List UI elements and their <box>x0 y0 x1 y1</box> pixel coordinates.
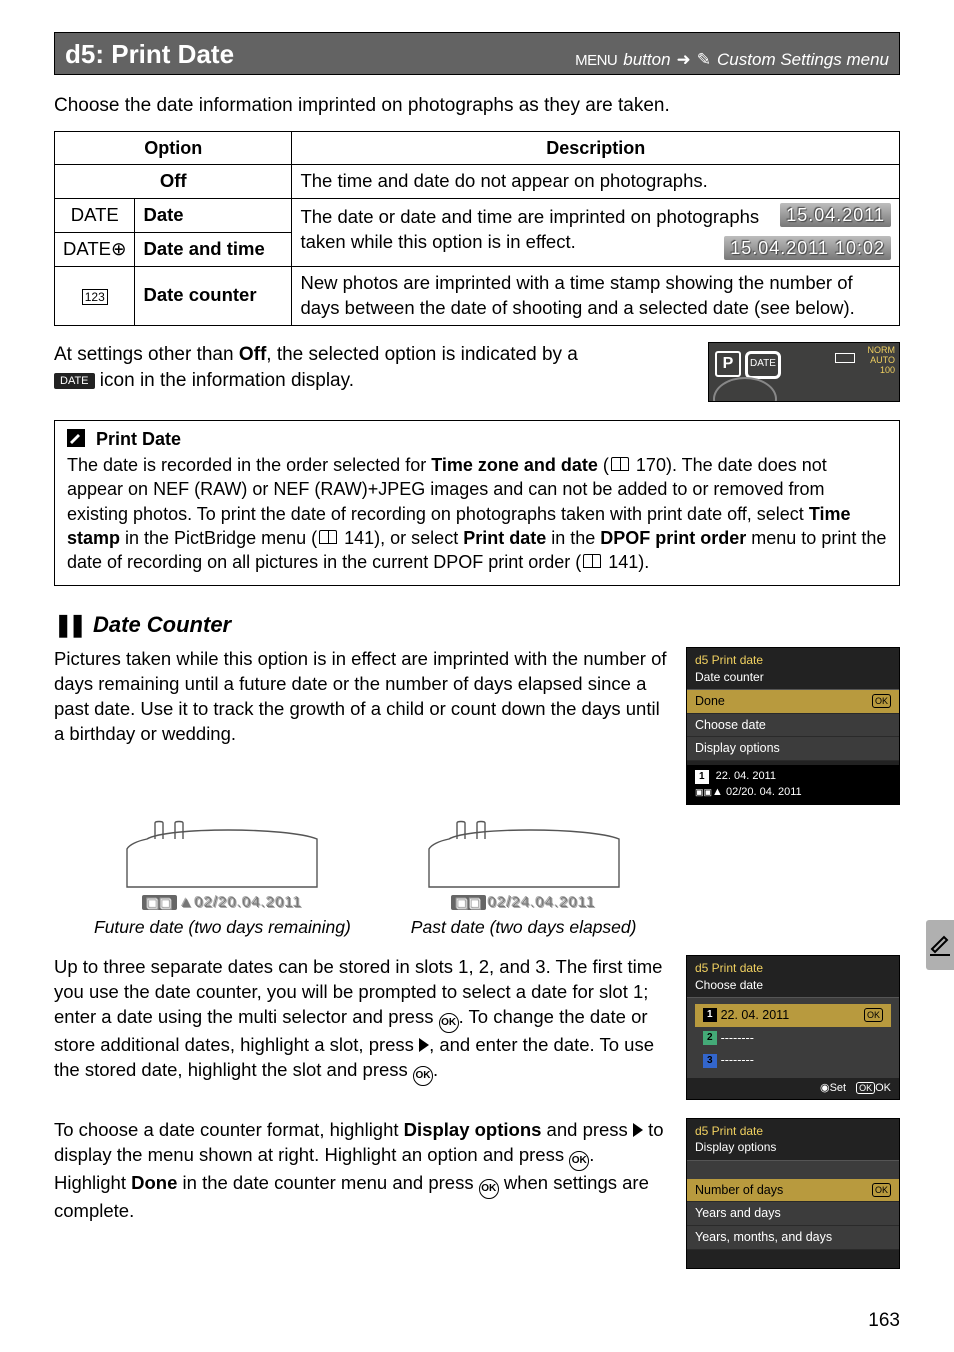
opt-date-label: Date <box>135 199 292 233</box>
section-date-counter-title: ❚❚ Date Counter <box>54 610 900 640</box>
dial-arc <box>713 377 777 402</box>
post-table-text: At settings other than Off, the selected… <box>54 342 694 393</box>
bars-icon: ❚❚ <box>54 612 83 637</box>
ok-button-icon: OK <box>569 1151 589 1171</box>
mode-p-icon: P <box>715 351 741 377</box>
opt-date-icon: DATE <box>55 199 135 233</box>
opt-date-desc-cell: 15.04.2011 The date or date and time are… <box>292 199 900 267</box>
screen2-slot1[interactable]: 1 22. 04. 2011 OK <box>695 1004 891 1027</box>
page-ref-icon <box>611 457 629 471</box>
opt-datetime-icon: DATE⊕ <box>55 232 135 266</box>
opt-counter-desc: New photos are imprinted with a time sta… <box>292 266 900 325</box>
badge-datetime: 15.04.2011 10:02 <box>724 236 891 260</box>
date-chip-icon: DATE <box>54 373 95 390</box>
screen1-item-done[interactable]: DoneOK <box>687 690 899 714</box>
screen-date-counter: d5 Print date Date counter DoneOK Choose… <box>686 647 900 805</box>
header-breadcrumb: MENU button ➜ ✎ Custom Settings menu <box>575 49 889 72</box>
intro-text: Choose the date information imprinted on… <box>54 93 900 119</box>
opt-off-desc: The time and date do not appear on photo… <box>292 165 900 199</box>
screen1-bottom: 1 22. 04. 2011 ▣▣▲ 02/20. 04. 2011 <box>687 761 899 804</box>
opt-counter-label: Date counter <box>135 266 292 325</box>
screen2-label: d5 Print date <box>695 960 891 976</box>
screen3-sub: Display options <box>695 1139 891 1155</box>
screen1-item-display[interactable]: Display options <box>687 737 899 761</box>
screen3-item-years-days[interactable]: Years and days <box>687 1202 899 1226</box>
opt-date-desc: The date or date and time are imprinted … <box>300 206 759 252</box>
ok-button-icon: OK <box>479 1179 499 1199</box>
lcd-right-stack: NORM AUTO 100 <box>868 345 896 375</box>
row-off: Off The time and date do not appear on p… <box>55 165 900 199</box>
info-display-thumbnail: P DATE NORM AUTO 100 <box>708 342 900 402</box>
photo-past-stamp: ▣▣02/24.04.2011 <box>451 893 595 913</box>
photo-future-caption: Future date (two days remaining) <box>94 916 351 940</box>
col-description: Description <box>292 131 900 164</box>
screen1-sub: Date counter <box>695 669 891 685</box>
screen-display-options: d5 Print date Display options Number of … <box>686 1118 900 1269</box>
side-tab-custom-settings <box>926 920 954 970</box>
ok-button-icon: OK <box>439 1013 459 1033</box>
photo-future: ▣▣▲02/20.04.2011 Future date (two days r… <box>94 819 351 939</box>
badge-date: 15.04.2011 <box>780 203 891 227</box>
options-table: Option Description Off The time and date… <box>54 131 900 326</box>
screen1-label: d5 Print date <box>695 652 891 668</box>
screen-choose-date: d5 Print date Choose date 1 22. 04. 2011… <box>686 955 900 1100</box>
button-text: button <box>623 49 670 72</box>
photo-examples: ▣▣▲02/20.04.2011 Future date (two days r… <box>94 819 900 939</box>
breadcrumb-text: Custom Settings menu <box>717 49 889 72</box>
screen3-item-num-days[interactable]: Number of daysOK <box>687 1179 899 1203</box>
note-title: Print Date <box>67 427 887 451</box>
screen3-item-ymd[interactable]: Years, months, and days <box>687 1226 899 1250</box>
ok-badge-icon: OK <box>864 1008 883 1022</box>
page-number: 163 <box>868 1308 900 1334</box>
pencil-tab-icon <box>930 934 950 956</box>
pencil-box-icon <box>67 429 85 447</box>
screen2-sub: Choose date <box>695 977 891 993</box>
ok-badge-icon: OK <box>872 694 891 708</box>
page-ref-icon <box>583 554 601 568</box>
opt-datetime-label: Date and time <box>135 232 292 266</box>
screen1-item-choose[interactable]: Choose date <box>687 714 899 738</box>
ok-button-icon: OK <box>413 1066 433 1086</box>
note-body: The date is recorded in the order select… <box>67 453 887 574</box>
screen3-label: d5 Print date <box>695 1123 891 1139</box>
col-option: Option <box>55 131 292 164</box>
note-print-date: Print Date The date is recorded in the o… <box>54 420 900 586</box>
row-date: DATE Date 15.04.2011 The date or date an… <box>55 199 900 233</box>
page-ref-icon <box>319 530 337 544</box>
par-display-options: To choose a date counter format, highlig… <box>54 1118 668 1224</box>
pencil-icon: ✎ <box>697 49 711 72</box>
arrow-icon: ➜ <box>677 49 691 72</box>
par-slots: Up to three separate dates can be stored… <box>54 955 668 1086</box>
photo-future-stamp: ▣▣▲02/20.04.2011 <box>142 893 302 913</box>
opt-counter-icon: 123 <box>55 266 135 325</box>
page-header: d5: Print Date MENU button ➜ ✎ Custom Se… <box>54 32 900 75</box>
date-indicator-icon: DATE <box>745 351 781 379</box>
right-arrow-icon <box>633 1123 643 1137</box>
battery-icon <box>835 353 855 363</box>
photo-past-caption: Past date (two days elapsed) <box>411 916 637 940</box>
right-arrow-icon <box>419 1038 429 1052</box>
opt-off-label: Off <box>55 165 292 199</box>
screen2-slot3[interactable]: 3 -------- <box>695 1049 891 1072</box>
ok-badge-icon: OK <box>872 1183 891 1197</box>
screen2-footer: ◉Set OKOK <box>687 1078 899 1099</box>
photo-past: ▣▣02/24.04.2011 Past date (two days elap… <box>411 819 637 939</box>
row-counter: 123 Date counter New photos are imprinte… <box>55 266 900 325</box>
menu-label: MENU <box>575 51 617 71</box>
screen2-slot2[interactable]: 2 -------- <box>695 1027 891 1050</box>
date-counter-paragraph: Pictures taken while this option is in e… <box>54 647 668 747</box>
header-title: d5: Print Date <box>65 37 234 72</box>
